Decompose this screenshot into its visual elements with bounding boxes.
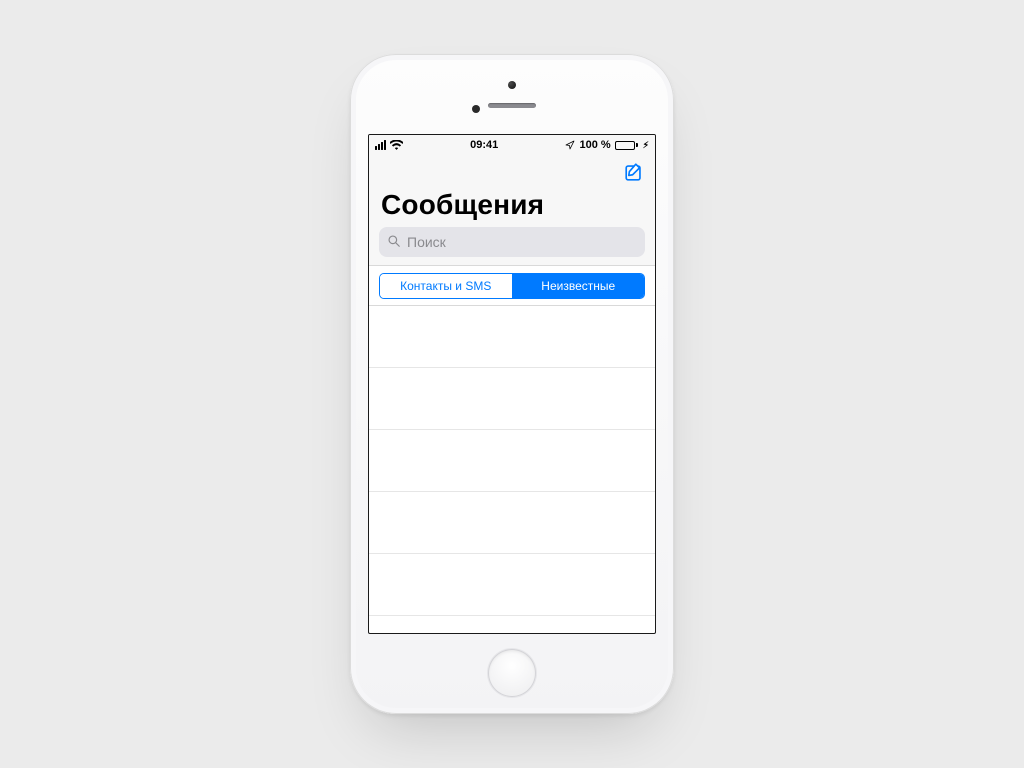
home-button[interactable] [488, 649, 536, 697]
status-bar: 09:41 100 % ⚡︎ [369, 135, 655, 155]
page-title: Сообщения [379, 189, 645, 221]
status-time: 09:41 [470, 139, 498, 151]
location-icon [565, 140, 575, 150]
status-right: 100 % ⚡︎ [565, 139, 649, 151]
earpiece-speaker [488, 103, 536, 108]
battery-percent-label: 100 % [579, 139, 610, 151]
list-row[interactable] [369, 492, 655, 554]
battery-icon [615, 141, 638, 150]
list-row[interactable] [369, 306, 655, 368]
filter-segmented-control[interactable]: Контакты и SMS Неизвестные [379, 273, 645, 299]
search-field[interactable] [379, 227, 645, 257]
wifi-icon [390, 140, 403, 150]
list-row[interactable] [369, 616, 655, 633]
screen: 09:41 100 % ⚡︎ [368, 134, 656, 634]
search-icon [387, 234, 401, 251]
charging-icon: ⚡︎ [643, 141, 649, 150]
list-row[interactable] [369, 554, 655, 616]
proximity-sensor [472, 105, 480, 113]
segment-contacts-sms[interactable]: Контакты и SMS [380, 274, 512, 298]
compose-button[interactable] [623, 161, 645, 183]
segment-unknown[interactable]: Неизвестные [512, 274, 645, 298]
list-row[interactable] [369, 368, 655, 430]
navigation-bar: Сообщения [369, 155, 655, 266]
messages-list[interactable] [369, 306, 655, 633]
front-camera [508, 81, 516, 89]
list-row[interactable] [369, 430, 655, 492]
cellular-signal-icon [375, 140, 386, 150]
iphone-device-frame: 09:41 100 % ⚡︎ [350, 54, 674, 714]
status-left [375, 140, 403, 150]
filter-segment-row: Контакты и SMS Неизвестные [369, 266, 655, 306]
search-input[interactable] [407, 234, 637, 250]
